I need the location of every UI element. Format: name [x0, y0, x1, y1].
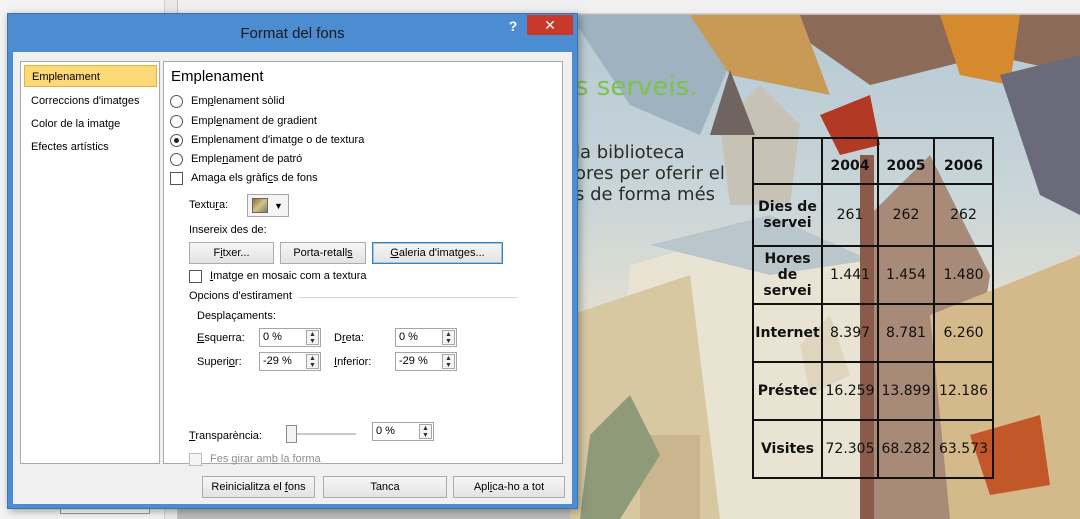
format-background-dialog: Format del fons ? ✕ Emplenament Correcci… [7, 13, 578, 509]
table-cell: 68.282 [877, 419, 935, 479]
radio-gradient-fill[interactable] [170, 115, 183, 128]
year-header: 2004 [821, 137, 879, 185]
table-cell: 13.899 [877, 361, 935, 421]
nav-item-artistic-effects[interactable]: Efectes artístics [24, 136, 157, 158]
hide-background-graphics-checkbox[interactable] [170, 172, 183, 185]
fill-panel: Emplenament Emplenament sòlid Emplenamen… [163, 61, 563, 466]
nav-item-picture-corrections[interactable]: Correccions d'imatges [24, 90, 157, 112]
reset-background-button[interactable]: Reinicialitza el fons [202, 476, 315, 498]
radio-pattern-fill[interactable] [170, 153, 183, 166]
table-header-row: 2004 2005 2006 [752, 137, 994, 185]
offset-left-spinner[interactable]: 0 % ▲ ▼ [259, 328, 321, 347]
table-cell: 72.305 [821, 419, 879, 479]
clipboard-button[interactable]: Porta-retalls [280, 242, 366, 264]
statistics-table[interactable]: 2004 2005 2006 Dies de servei 261 262 26… [752, 137, 994, 479]
row-label: Hores de servei [752, 245, 823, 305]
radio-solid-fill[interactable] [170, 95, 183, 108]
table-cell: 12.186 [933, 361, 994, 421]
offset-top-label: Superior: [197, 356, 242, 368]
apply-to-all-button[interactable]: Aplica-ho a tot [453, 476, 565, 498]
nav-item-picture-color[interactable]: Color de la imatge [24, 113, 157, 135]
tile-as-texture-checkbox[interactable] [189, 270, 202, 283]
texture-label: Textura: [189, 199, 229, 211]
slide-body-text[interactable]: la biblioteca ores per oferir el s de fo… [575, 142, 725, 205]
table-cell: 262 [877, 183, 935, 247]
radio-label-solid[interactable]: Emplenament sòlid [191, 95, 285, 107]
spin-arrows-icon[interactable]: ▲ ▼ [419, 424, 432, 439]
close-icon[interactable]: ✕ [527, 15, 573, 35]
category-list: Emplenament Correccions d'imatges Color … [20, 61, 160, 464]
spin-arrows-icon[interactable]: ▲ ▼ [306, 330, 319, 345]
table-cell: 6.260 [933, 303, 994, 363]
slider-thumb[interactable] [286, 425, 297, 443]
table-row: Internet 8.397 8.781 6.260 [752, 303, 994, 363]
table-cell: 63.573 [933, 419, 994, 479]
spin-arrows-icon[interactable]: ▲ ▼ [306, 354, 319, 369]
clip-art-button[interactable]: Galeria d'imatges... [372, 242, 503, 264]
texture-swatch-icon [252, 198, 268, 213]
hide-graphics-label[interactable]: Amaga els gràfics de fons [191, 172, 318, 184]
section-heading: Emplenament [171, 68, 264, 85]
group-divider [299, 297, 517, 298]
insert-from-label: Insereix des de: [189, 224, 267, 236]
offset-right-spinner[interactable]: 0 % ▲ ▼ [395, 328, 457, 347]
dialog-title: Format del fons [240, 25, 345, 42]
dialog-titlebar[interactable]: Format del fons ? ✕ [8, 14, 577, 52]
table-cell: 8.397 [821, 303, 879, 363]
row-label: Dies de servei [752, 183, 823, 247]
row-label: Visites [752, 419, 823, 479]
table-row: Visites 72.305 68.282 63.573 [752, 419, 994, 479]
offset-top-spinner[interactable]: -29 % ▲ ▼ [259, 352, 321, 371]
table-row: Hores de servei 1.441 1.454 1.480 [752, 245, 994, 305]
file-button[interactable]: Fitxer... [189, 242, 274, 264]
texture-dropdown[interactable]: ▼ [247, 194, 289, 217]
slide-body-line: s de forma més [575, 184, 716, 205]
transparency-spinner[interactable]: 0 % ▲ ▼ [372, 422, 434, 441]
rotate-with-shape-label: Fes girar amb la forma [210, 453, 321, 465]
table-cell: 8.781 [877, 303, 935, 363]
table-cell: 261 [821, 183, 879, 247]
transparency-slider[interactable] [286, 424, 356, 444]
help-button[interactable]: ? [503, 18, 523, 36]
slide-body-line: la biblioteca [575, 142, 685, 163]
radio-label-gradient[interactable]: Emplenament de gradient [191, 115, 317, 127]
offset-left-label: Esquerra: [197, 332, 245, 344]
year-header: 2005 [877, 137, 935, 185]
nav-item-fill[interactable]: Emplenament [24, 65, 157, 87]
radio-label-pattern[interactable]: Emplenament de patró [191, 153, 302, 165]
radio-label-picture[interactable]: Emplenament d'imatge o de textura [191, 134, 364, 146]
slide-body-line: ores per oferir el [575, 163, 725, 184]
radio-picture-texture-fill[interactable] [170, 134, 183, 147]
slide-canvas[interactable]: s serveis. la biblioteca ores per oferir… [570, 15, 1080, 519]
table-corner-cell [752, 137, 823, 185]
dialog-body: Emplenament Correccions d'imatges Color … [13, 52, 572, 504]
offset-bottom-label: Inferior: [334, 356, 372, 368]
transparency-label: Transparència: [189, 430, 262, 442]
table-row: Dies de servei 261 262 262 [752, 183, 994, 247]
table-cell: 262 [933, 183, 994, 247]
offset-bottom-spinner[interactable]: -29 % ▲ ▼ [395, 352, 457, 371]
year-header: 2006 [933, 137, 994, 185]
chevron-down-icon: ▼ [274, 201, 283, 211]
rotate-with-shape-checkbox[interactable] [189, 453, 202, 466]
row-label: Internet [752, 303, 823, 363]
stretch-options-label: Opcions d'estirament [189, 290, 292, 302]
table-cell: 16.259 [821, 361, 879, 421]
table-cell: 1.480 [933, 245, 994, 305]
spin-arrows-icon[interactable]: ▲ ▼ [442, 330, 455, 345]
offsets-label: Desplaçaments: [197, 310, 276, 322]
table-cell: 1.454 [877, 245, 935, 305]
table-row: Préstec 16.259 13.899 12.186 [752, 361, 994, 421]
row-label: Préstec [752, 361, 823, 421]
tile-label[interactable]: Imatge en mosaic com a textura [210, 270, 367, 282]
ruler-strip [178, 0, 1080, 14]
offset-right-label: Dreta: [334, 332, 364, 344]
spin-arrows-icon[interactable]: ▲ ▼ [442, 354, 455, 369]
table-cell: 1.441 [821, 245, 879, 305]
close-button[interactable]: Tanca [323, 476, 447, 498]
slide-heading[interactable]: s serveis. [575, 72, 697, 102]
